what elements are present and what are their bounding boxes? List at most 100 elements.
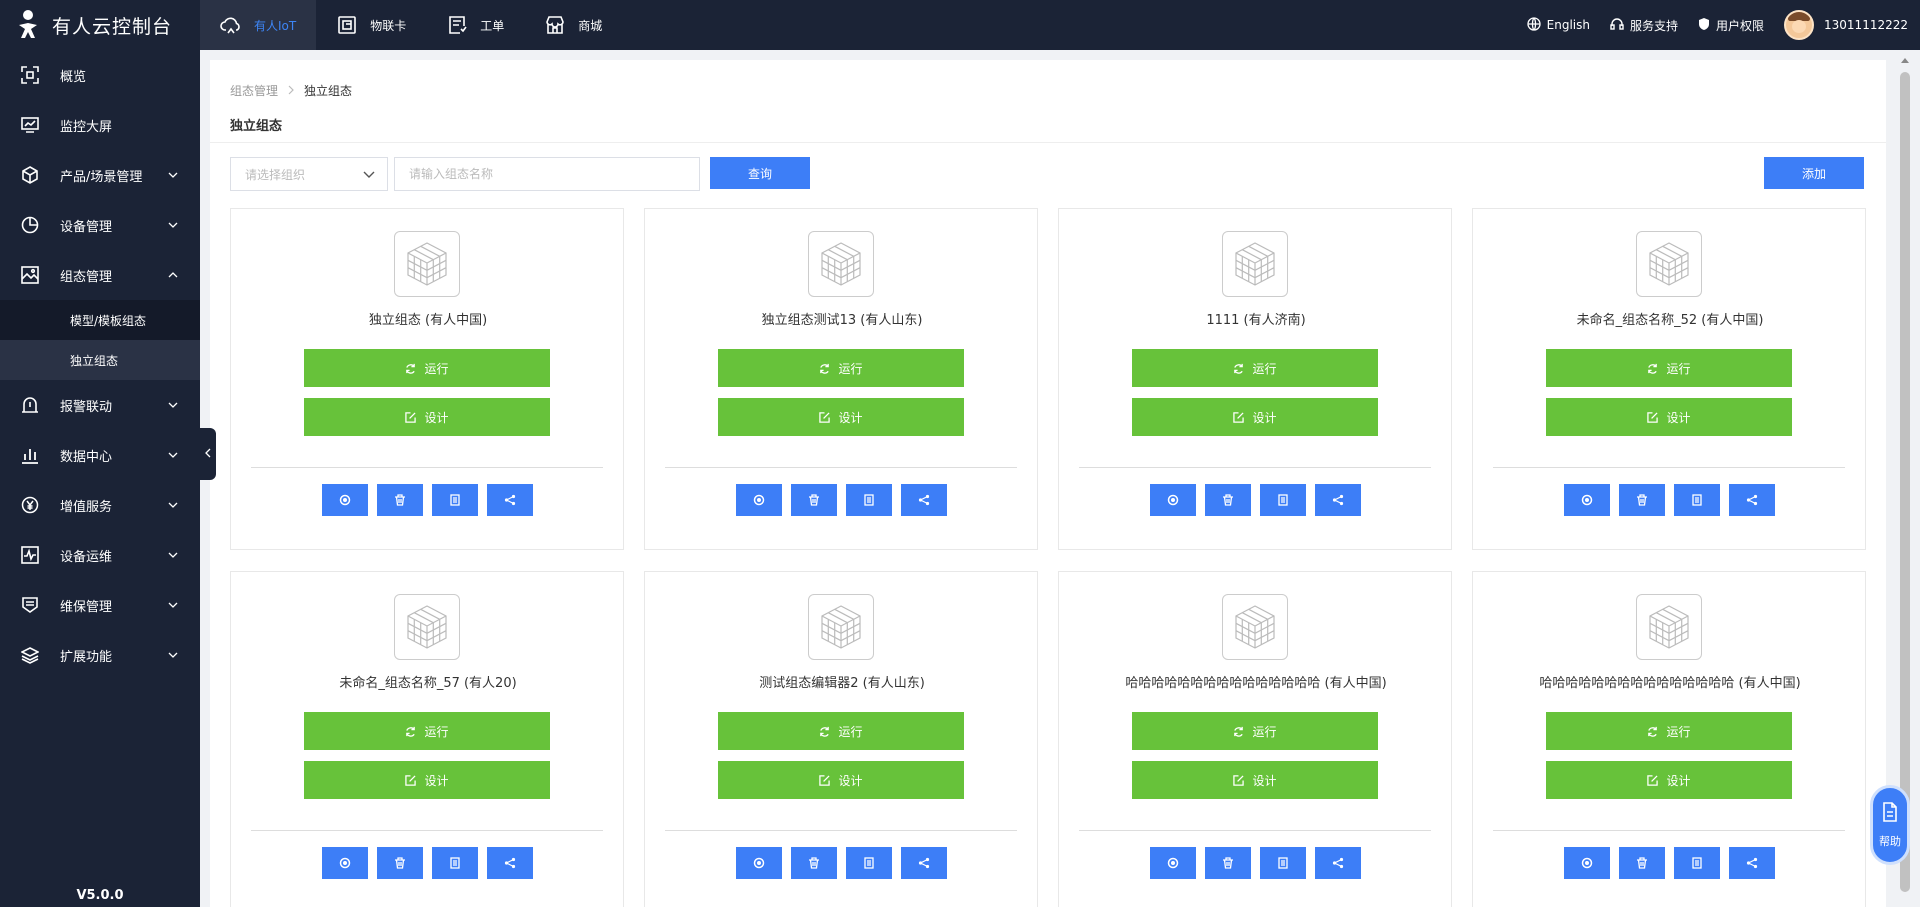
design-button[interactable]: 设计 — [1132, 398, 1378, 436]
run-button[interactable]: 运行 — [718, 712, 964, 750]
share-button[interactable] — [487, 484, 533, 516]
run-button[interactable]: 运行 — [1132, 349, 1378, 387]
run-button[interactable]: 运行 — [304, 349, 550, 387]
delete-button[interactable] — [791, 484, 837, 516]
preview-button[interactable] — [1564, 484, 1610, 516]
delete-button[interactable] — [377, 847, 423, 879]
sidebar-item-monitor[interactable]: 监控大屏 — [0, 100, 200, 150]
details-button[interactable] — [846, 484, 892, 516]
sidebar-item-device-ops[interactable]: 设备运维 — [0, 530, 200, 580]
run-button[interactable]: 运行 — [1546, 712, 1792, 750]
run-button[interactable]: 运行 — [718, 349, 964, 387]
user-menu[interactable]: 13011112222 — [1784, 10, 1908, 40]
design-button[interactable]: 设计 — [718, 761, 964, 799]
page-title: 独立组态 — [230, 119, 283, 134]
preview-button[interactable] — [1150, 847, 1196, 879]
design-button[interactable]: 设计 — [718, 398, 964, 436]
share-button[interactable] — [1315, 847, 1361, 879]
sidebar-subitem-model-template[interactable]: 模型/模板组态 — [0, 300, 200, 340]
configuration-card: 1111 (有人济南) 运行设计 — [1058, 208, 1452, 550]
configuration-name: 独立组态 (有人中国) — [368, 313, 488, 328]
chevron-down-icon — [166, 218, 180, 232]
delete-button[interactable] — [791, 847, 837, 879]
details-button[interactable] — [846, 847, 892, 879]
preview-button[interactable] — [322, 484, 368, 516]
organization-select[interactable]: 请选择组织 — [230, 157, 388, 191]
delete-button[interactable] — [1205, 484, 1251, 516]
breadcrumb-parent[interactable]: 组态管理 — [230, 82, 278, 99]
run-button[interactable]: 运行 — [1546, 349, 1792, 387]
delete-button[interactable] — [1619, 847, 1665, 879]
page-scrollbar[interactable] — [1896, 52, 1916, 907]
sidebar-item-product[interactable]: 产品/场景管理 — [0, 150, 200, 200]
scroll-thumb[interactable] — [1900, 72, 1910, 892]
language-switch[interactable]: English — [1526, 16, 1590, 34]
configuration-name: 1111 (有人济南) — [1206, 313, 1306, 328]
logo[interactable]: 有人云控制台 — [0, 0, 200, 50]
share-button[interactable] — [901, 484, 947, 516]
design-button[interactable]: 设计 — [1546, 398, 1792, 436]
sidebar-item-alarm[interactable]: 报警联动 — [0, 380, 200, 430]
user-permission-link[interactable]: 用户权限 — [1698, 17, 1764, 34]
tab-store[interactable]: 商城 — [524, 0, 622, 50]
sidebar-item-extensions[interactable]: 扩展功能 — [0, 630, 200, 680]
preview-button[interactable] — [1150, 484, 1196, 516]
preview-button[interactable] — [322, 847, 368, 879]
details-button[interactable] — [1674, 847, 1720, 879]
configuration-thumbnail[interactable] — [808, 231, 874, 297]
share-button[interactable] — [1729, 847, 1775, 879]
scroll-up-arrow[interactable] — [1901, 58, 1909, 63]
sidebar-subitem-standalone[interactable]: 独立组态 — [0, 340, 200, 380]
delete-button[interactable] — [1619, 484, 1665, 516]
details-button[interactable] — [432, 484, 478, 516]
configuration-thumbnail[interactable] — [1222, 231, 1288, 297]
shield-icon — [1698, 17, 1710, 34]
edit-icon — [405, 411, 417, 423]
delete-button[interactable] — [377, 484, 423, 516]
share-button[interactable] — [1729, 484, 1775, 516]
refresh-icon — [1233, 726, 1244, 737]
tab-iot-card[interactable]: 物联卡 — [316, 0, 426, 50]
configuration-thumbnail[interactable] — [394, 231, 460, 297]
configuration-thumbnail[interactable] — [808, 594, 874, 660]
configuration-thumbnail[interactable] — [1636, 594, 1702, 660]
preview-button[interactable] — [736, 847, 782, 879]
sidebar-item-data-center[interactable]: 数据中心 — [0, 430, 200, 480]
configuration-thumbnail[interactable] — [1222, 594, 1288, 660]
design-button[interactable]: 设计 — [1132, 761, 1378, 799]
share-button[interactable] — [487, 847, 533, 879]
delete-button[interactable] — [1205, 847, 1251, 879]
tab-work-order[interactable]: 工单 — [426, 0, 524, 50]
run-button[interactable]: 运行 — [304, 712, 550, 750]
details-button[interactable] — [1674, 484, 1720, 516]
sidebar-item-configuration[interactable]: 组态管理 — [0, 250, 200, 300]
share-button[interactable] — [901, 847, 947, 879]
configuration-name-input[interactable] — [394, 157, 700, 191]
sidebar-item-overview[interactable]: 概览 — [0, 50, 200, 100]
card-divider — [251, 830, 603, 831]
design-button[interactable]: 设计 — [304, 398, 550, 436]
help-button[interactable]: 帮助 — [1870, 785, 1910, 865]
preview-button[interactable] — [1564, 847, 1610, 879]
add-button[interactable]: 添加 — [1764, 157, 1864, 189]
configuration-card: 未命名_组态名称_57 (有人20) 运行 设计 — [230, 571, 624, 907]
details-button[interactable] — [1260, 484, 1306, 516]
query-button[interactable]: 查询 — [710, 157, 810, 189]
details-button[interactable] — [432, 847, 478, 879]
share-button[interactable] — [1315, 484, 1361, 516]
sidebar-item-maintenance[interactable]: 维保管理 — [0, 580, 200, 630]
service-support-link[interactable]: 服务支持 — [1610, 17, 1678, 34]
design-button[interactable]: 设计 — [304, 761, 550, 799]
configuration-thumbnail[interactable] — [1636, 231, 1702, 297]
preview-button[interactable] — [736, 484, 782, 516]
design-button[interactable]: 设计 — [1546, 761, 1792, 799]
details-button[interactable] — [1260, 847, 1306, 879]
sidebar-collapse-toggle[interactable] — [200, 428, 216, 480]
sidebar-item-value-added[interactable]: 增值服务 — [0, 480, 200, 530]
sidebar-item-device[interactable]: 设备管理 — [0, 200, 200, 250]
store-icon — [544, 14, 566, 36]
run-button[interactable]: 运行 — [1132, 712, 1378, 750]
globe-icon — [1526, 16, 1541, 34]
tab-iot[interactable]: 有人IoT — [200, 0, 317, 50]
configuration-thumbnail[interactable] — [394, 594, 460, 660]
